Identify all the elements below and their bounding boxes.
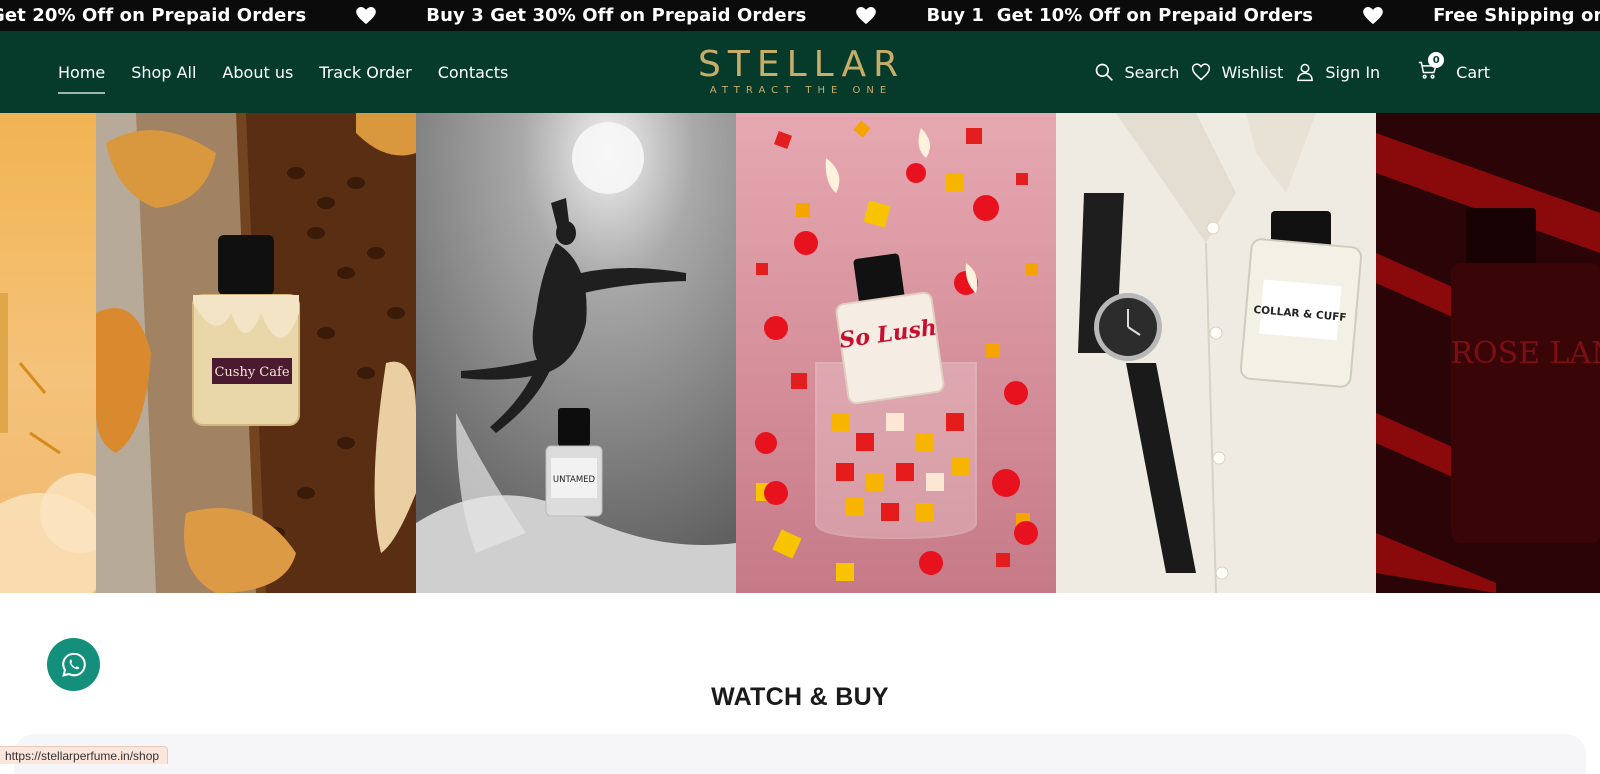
hero-image bbox=[0, 113, 96, 593]
heart-icon bbox=[1363, 6, 1383, 25]
hero-slide-cushy-cafe[interactable]: Cushy Cafe bbox=[96, 113, 416, 593]
announcement-item: Buy 1 Get 10% Off on Prepaid Orders bbox=[926, 5, 1433, 26]
heart-outline-icon bbox=[1192, 63, 1211, 81]
announcement-text: Buy 1 Get 10% Off on Prepaid Orders bbox=[926, 5, 1314, 26]
section-title: WATCH & BUY bbox=[711, 683, 889, 711]
nav-about-us[interactable]: About us bbox=[222, 57, 293, 88]
hero-image: ROSE LAND bbox=[1376, 113, 1600, 593]
announcement-text: Buy 3 Get 30% Off on Prepaid Orders bbox=[426, 5, 807, 26]
announcement-item: Get 20% Off on Prepaid Orders bbox=[0, 5, 426, 26]
nav-shop-all[interactable]: Shop All bbox=[131, 57, 196, 88]
hero-slide-rose-land[interactable]: ROSE LAND bbox=[1376, 113, 1600, 593]
nav-track-order[interactable]: Track Order bbox=[319, 57, 411, 88]
heart-icon bbox=[856, 6, 877, 25]
hero-slide-so-lush[interactable]: So Lush bbox=[736, 113, 1056, 593]
nav-home[interactable]: Home bbox=[58, 57, 106, 94]
sign-in-label: Sign In bbox=[1325, 62, 1381, 82]
logo-name: STELLAR bbox=[698, 44, 906, 85]
hero-slider[interactable]: Cushy Cafe UNTAMED So Lush COLLAR & CUFF… bbox=[0, 113, 1600, 593]
search-icon bbox=[1096, 63, 1114, 81]
status-bar-url: https://stellarperfume.in/shop bbox=[0, 746, 169, 764]
announcement-text: Free Shipping on All Orders bbox=[1433, 5, 1600, 26]
announcement-bar: Get 20% Off on Prepaid Orders Buy 3 Get … bbox=[0, 0, 1600, 31]
hero-slide-gold[interactable] bbox=[0, 113, 96, 593]
hero-slide-collar-cuff[interactable]: COLLAR & CUFF bbox=[1056, 113, 1376, 593]
header-actions: Search Wishlist Sign In 0 Cart bbox=[1094, 31, 1490, 113]
search-button[interactable]: Search bbox=[1094, 62, 1179, 82]
wishlist-label: Wishlist bbox=[1221, 62, 1284, 82]
main-nav: Home Shop All About us Track Order Conta… bbox=[58, 31, 508, 113]
site-header: Home Shop All About us Track Order Conta… bbox=[0, 31, 1600, 113]
announcement-item: Buy 3 Get 30% Off on Prepaid Orders bbox=[426, 5, 926, 26]
heart-icon bbox=[356, 6, 377, 25]
hero-image: So Lush bbox=[736, 113, 1056, 593]
product-label: UNTAMED bbox=[553, 475, 596, 485]
wishlist-button[interactable]: Wishlist bbox=[1191, 62, 1283, 82]
watch-buy-container bbox=[14, 734, 1586, 774]
hero-image: UNTAMED bbox=[416, 113, 736, 593]
cart-button[interactable]: 0 Cart bbox=[1418, 52, 1490, 84]
announcement-track: Get 20% Off on Prepaid Orders Buy 3 Get … bbox=[0, 0, 1600, 31]
logo-tagline: ATTRACT THE ONE bbox=[709, 85, 893, 96]
whatsapp-icon bbox=[61, 652, 86, 677]
announcement-text: Get 20% Off on Prepaid Orders bbox=[0, 5, 307, 26]
user-icon bbox=[1297, 63, 1314, 82]
site-logo[interactable]: STELLAR ATTRACT THE ONE bbox=[698, 47, 904, 97]
nav-contacts[interactable]: Contacts bbox=[438, 57, 509, 88]
hero-image: COLLAR & CUFF bbox=[1056, 113, 1376, 593]
cart-icon-wrap: 0 bbox=[1418, 52, 1445, 84]
cart-count-badge: 0 bbox=[1428, 52, 1445, 68]
product-label: ROSE LAND bbox=[1450, 336, 1600, 371]
product-label: Cushy Cafe bbox=[214, 365, 289, 380]
hero-slide-untamed[interactable]: UNTAMED bbox=[416, 113, 736, 593]
hero-image: Cushy Cafe bbox=[96, 113, 416, 593]
cart-label: Cart bbox=[1456, 62, 1490, 82]
sign-in-button[interactable]: Sign In bbox=[1295, 62, 1380, 82]
announcement-item: Free Shipping on All Orders bbox=[1433, 5, 1600, 26]
search-label: Search bbox=[1124, 62, 1180, 82]
